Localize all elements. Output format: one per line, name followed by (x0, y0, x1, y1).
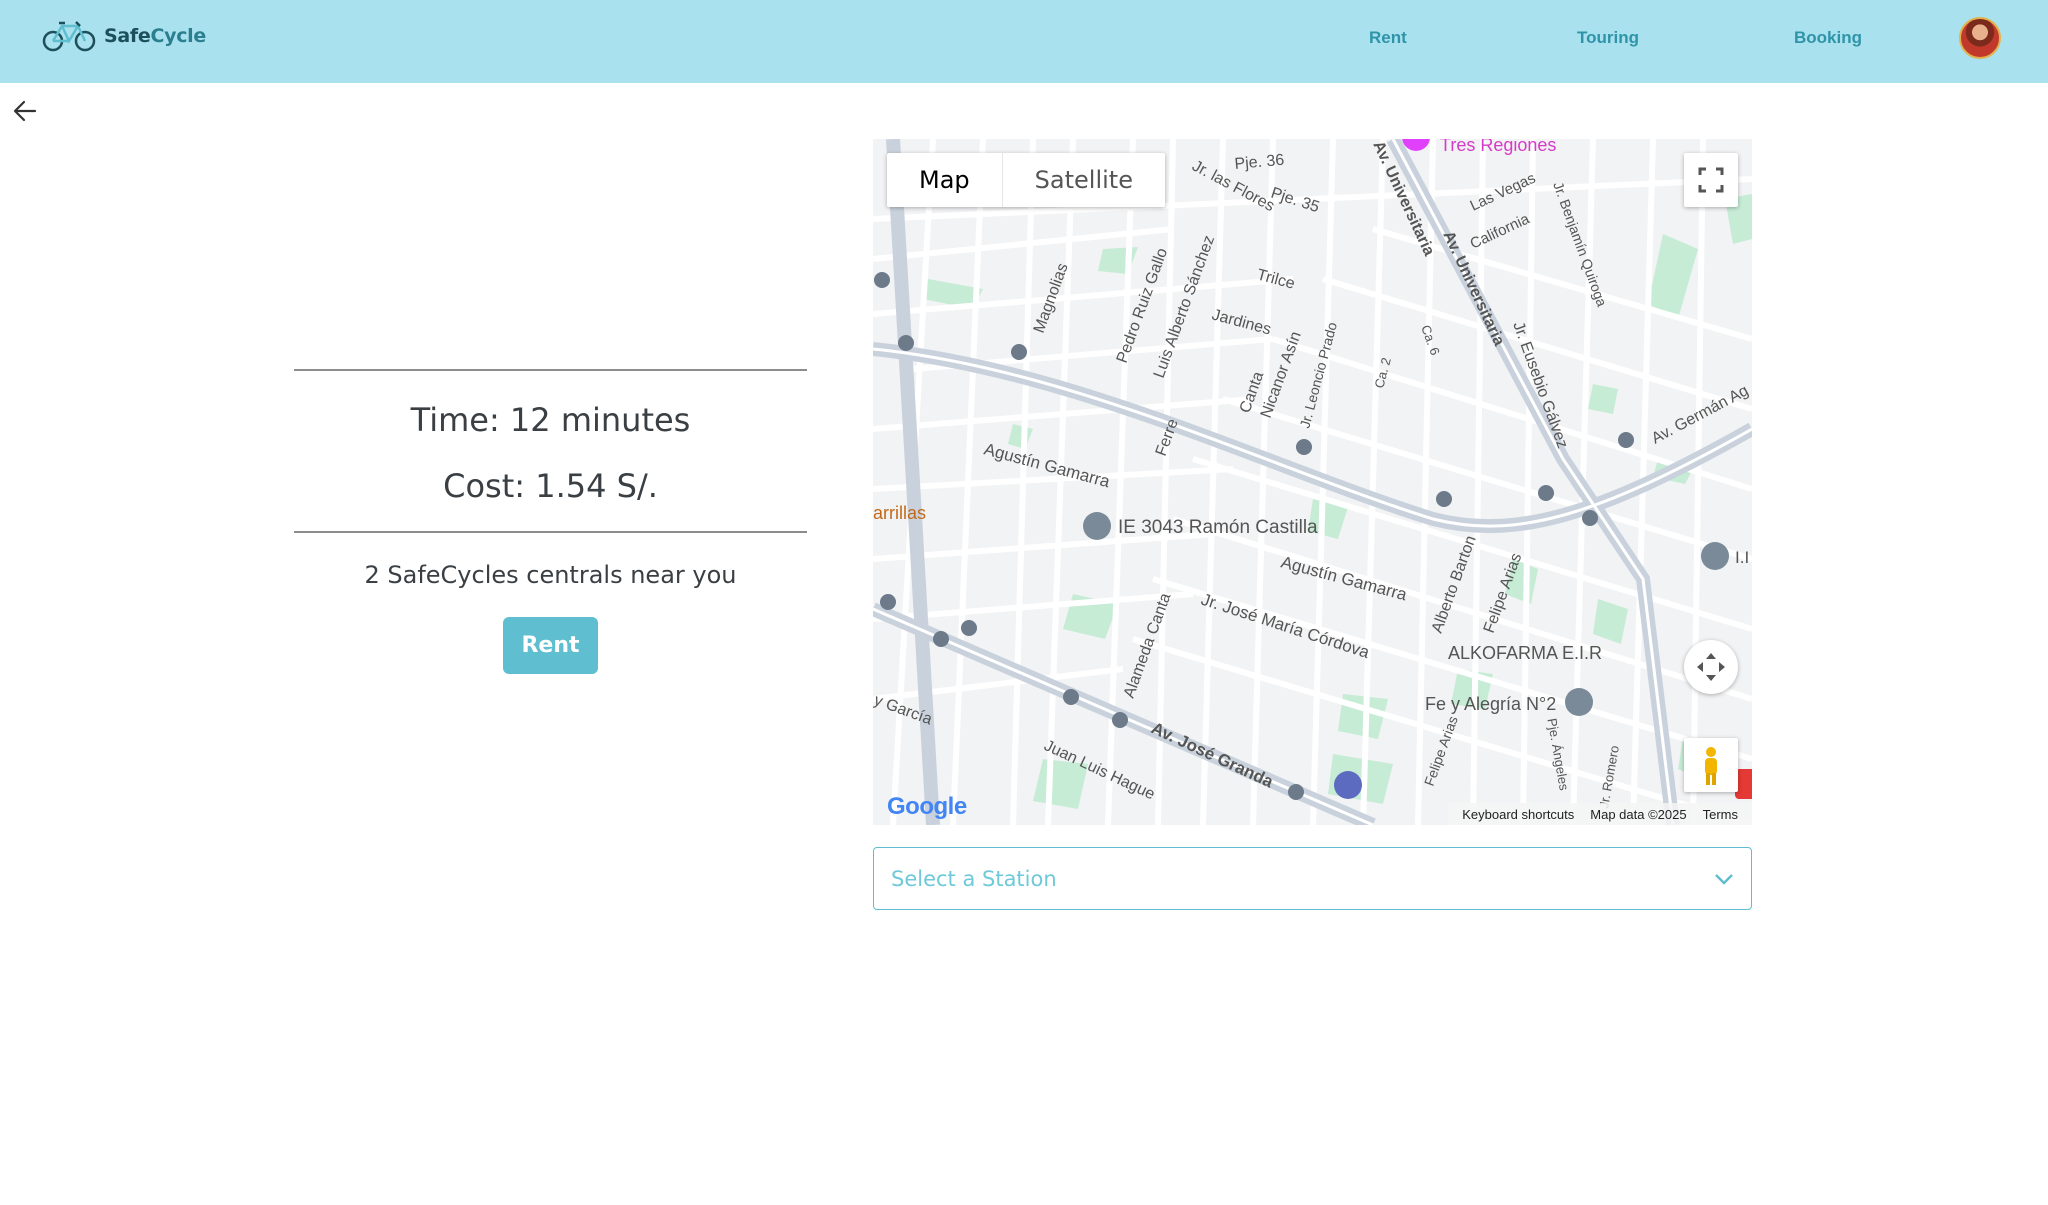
rent-summary: Time: 12 minutes Cost: 1.54 S/. 2 SafeCy… (294, 369, 807, 674)
keyboard-shortcuts-link[interactable]: Keyboard shortcuts (1462, 807, 1574, 822)
station-select-placeholder: Select a Station (891, 867, 1057, 891)
terms-link[interactable]: Terms (1703, 807, 1738, 822)
nav-touring[interactable]: Touring (1577, 28, 1639, 48)
google-logo: Google (887, 793, 967, 821)
brand-logo[interactable]: SafeCycle (42, 20, 206, 52)
chevron-down-icon (1715, 874, 1733, 885)
camera-control-button[interactable] (1684, 640, 1738, 694)
map-label: arrillas (873, 503, 926, 523)
top-navbar: SafeCycle Rent Touring Booking (0, 0, 2048, 83)
divider (294, 531, 807, 533)
map-label: Alameda Canta (1121, 591, 1175, 701)
nav-booking[interactable]: Booking (1794, 28, 1862, 48)
map-label: Agustín Gamarra (1279, 553, 1409, 605)
map[interactable]: Tres Regiones Pje. 36 Pje. 35 Jr. las Fl… (873, 139, 1752, 825)
brand-name: SafeCycle (104, 25, 206, 47)
centrals-nearby-text: 2 SafeCycles centrals near you (364, 561, 737, 589)
map-type-control: Map Satellite (887, 153, 1165, 207)
map-label: ALKOFARMA E.I.R (1448, 643, 1602, 663)
map-label: Fe y Alegría N°2 (1425, 694, 1556, 714)
rent-button[interactable]: Rent (503, 617, 598, 674)
map-label: Tres Regiones (1440, 139, 1556, 155)
map-label: Jr. José María Córdova (1199, 590, 1373, 663)
street-view-pegman[interactable] (1684, 738, 1738, 792)
fullscreen-icon (1698, 167, 1724, 193)
google-logo-text: Google (887, 793, 967, 820)
fullscreen-button[interactable] (1684, 153, 1738, 207)
user-avatar[interactable] (1959, 17, 2001, 59)
map-label: Pje. Ángeles (1544, 717, 1572, 792)
map-label: Alberto Barton (1429, 533, 1480, 635)
map-canvas[interactable]: Tres Regiones Pje. 36 Pje. 35 Jr. las Fl… (873, 139, 1752, 825)
station-select[interactable]: Select a Station (873, 847, 1752, 910)
map-type-satellite-button[interactable]: Satellite (1001, 153, 1165, 207)
map-label: Ca. 6 (1418, 323, 1443, 357)
time-text: Time: 12 minutes (410, 401, 691, 439)
map-label: IE 3043 Ramón Castilla (1118, 517, 1318, 538)
camera-control-icon (1697, 653, 1725, 681)
map-data-text: Map data ©2025 (1590, 806, 1687, 822)
map-label: I.I (1735, 548, 1749, 567)
nav-rent[interactable]: Rent (1369, 28, 1407, 48)
map-type-map-button[interactable]: Map (887, 153, 1002, 207)
map-label: Pje. 36 (1234, 152, 1285, 173)
map-label: Trilce (1255, 266, 1297, 292)
cost-text: Cost: 1.54 S/. (443, 467, 658, 505)
map-label: California (1468, 210, 1533, 252)
arrow-left-icon[interactable] (12, 98, 38, 124)
bicycle-icon (42, 21, 96, 52)
map-attribution: Keyboard shortcuts Map data ©2025 Terms (1448, 803, 1752, 825)
divider (294, 369, 807, 371)
pegman-icon (1705, 747, 1717, 785)
